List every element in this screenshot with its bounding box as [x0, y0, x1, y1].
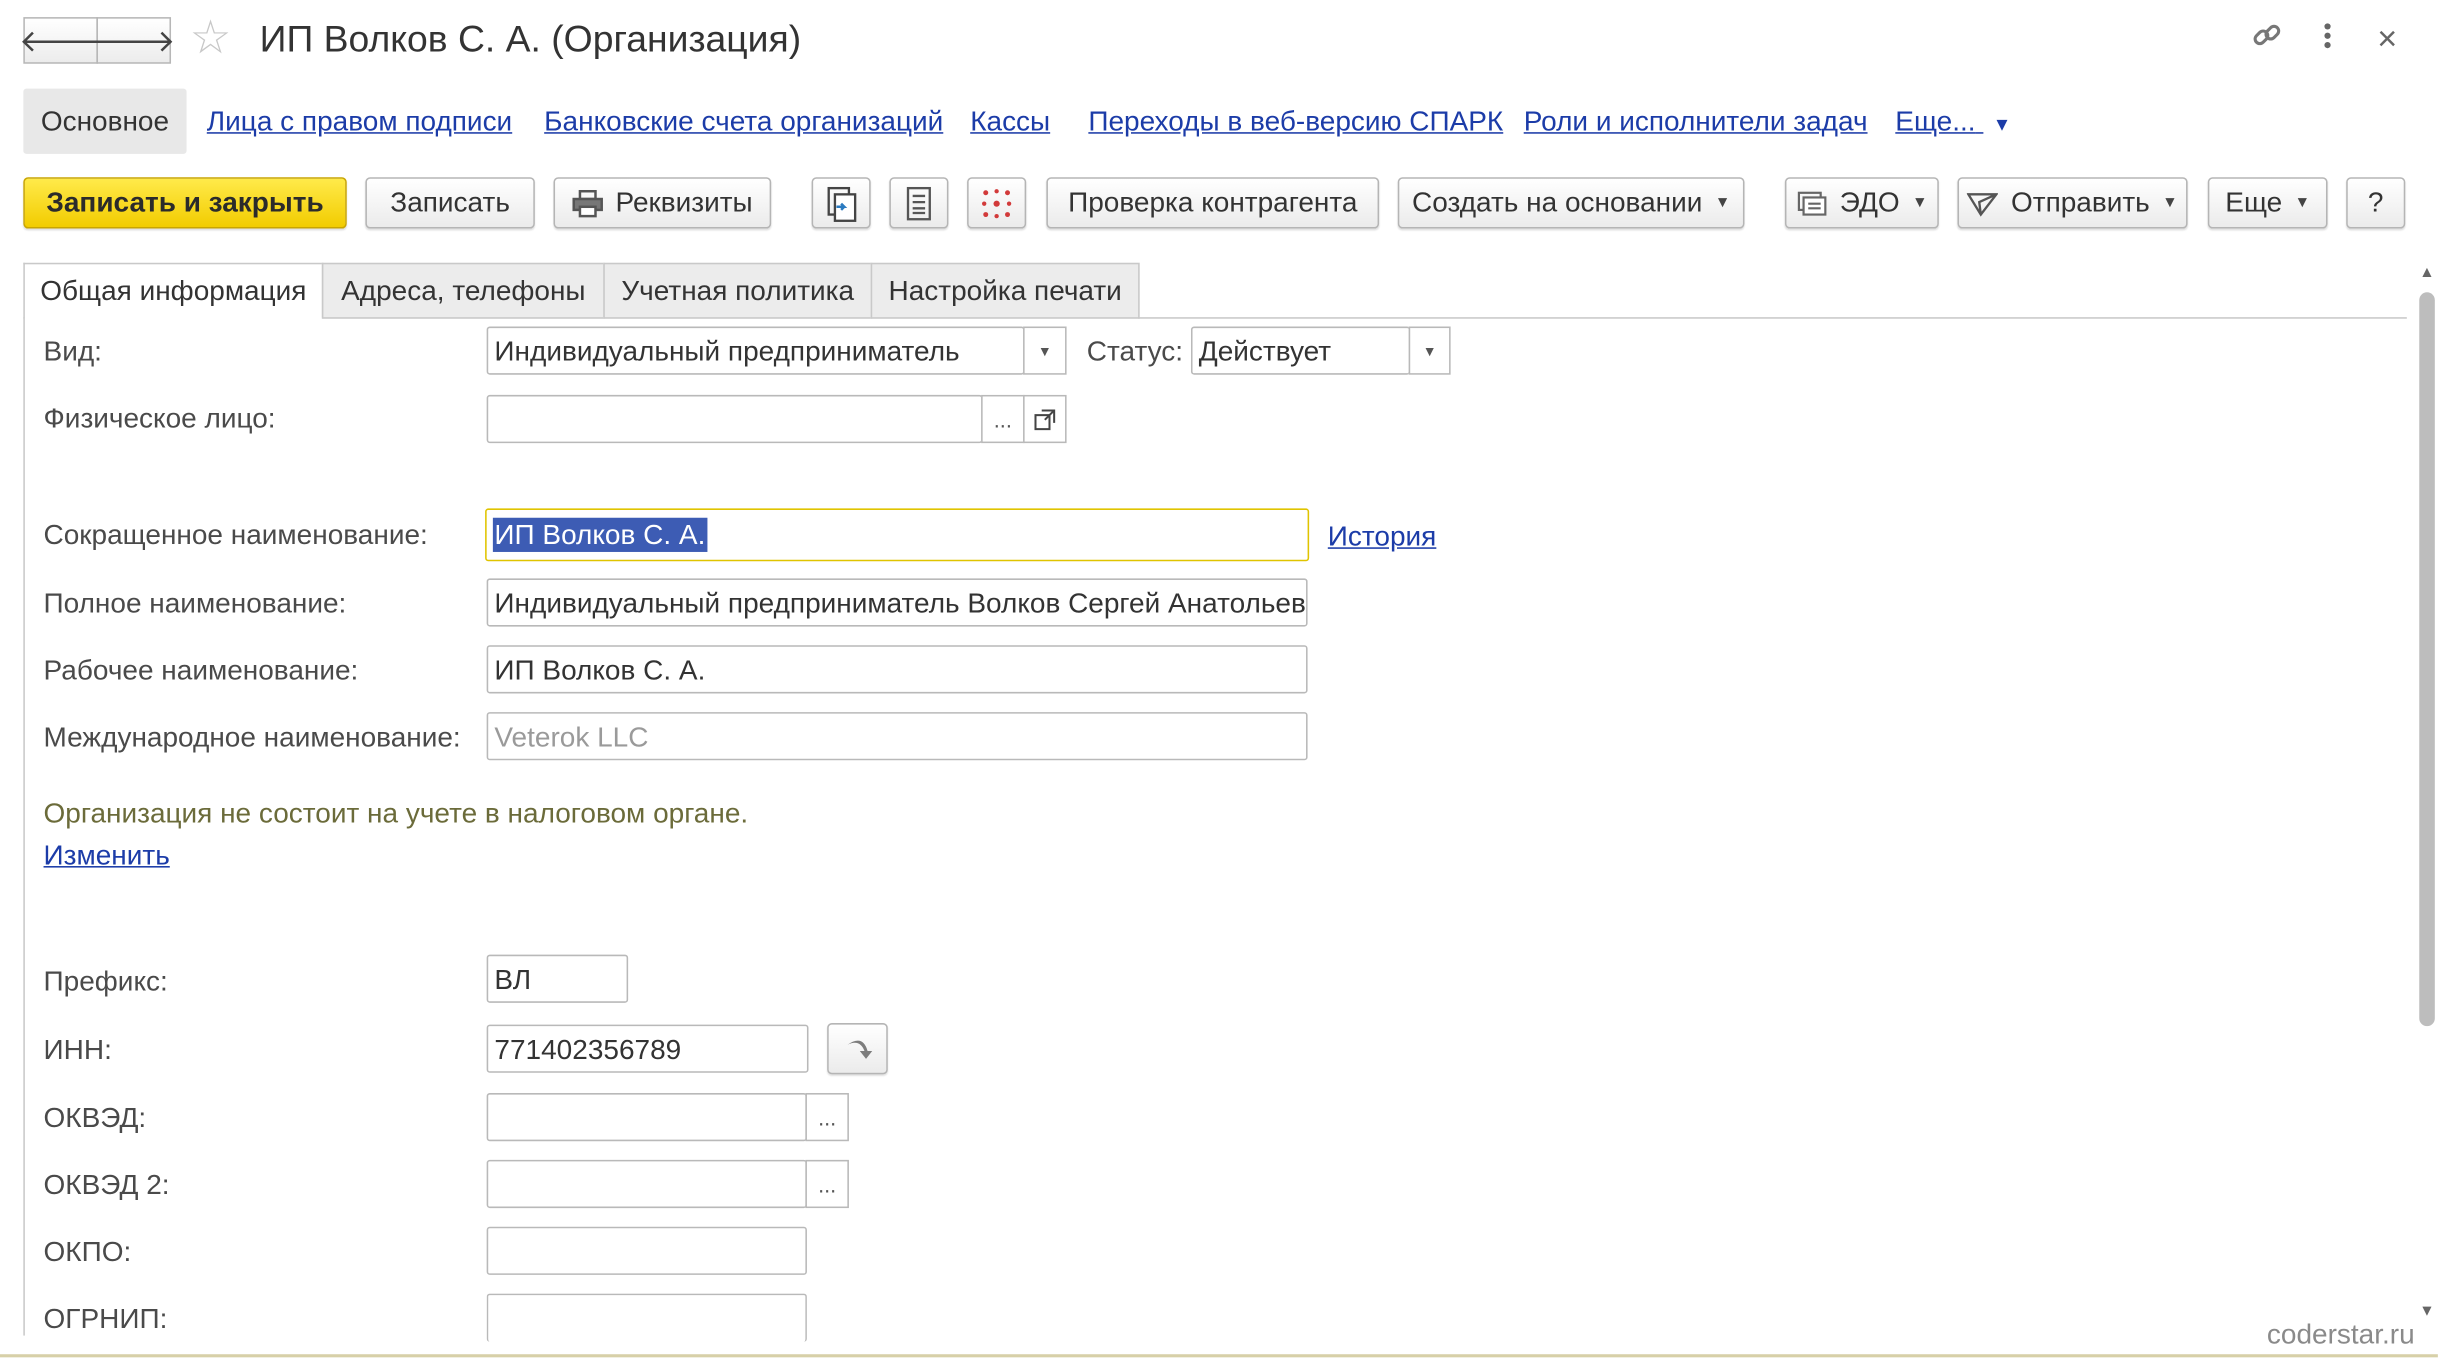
okpo-label: ОКПО:: [43, 1236, 132, 1268]
save-button[interactable]: Записать: [365, 177, 535, 229]
okved2-select-button[interactable]: ...: [805, 1159, 849, 1209]
requisites-button[interactable]: Реквизиты: [553, 177, 772, 229]
caret-down-icon: ▼: [1992, 113, 2012, 136]
section-bank-accounts-link[interactable]: Банковские счета организаций: [544, 104, 943, 138]
caret-down-icon: ▼: [2294, 194, 2311, 212]
forward-button[interactable]: 🡒: [92, 17, 175, 64]
arrow-left-icon: 🡐: [18, 24, 103, 59]
back-button[interactable]: 🡐: [19, 17, 102, 64]
history-link[interactable]: История: [1328, 519, 1437, 553]
prefix-label: Префикс:: [43, 965, 168, 997]
scroll-down-icon[interactable]: ▼: [2419, 1303, 2434, 1320]
more-label: Еще: [2225, 186, 2283, 218]
structure-icon[interactable]: [967, 177, 1027, 229]
more-button[interactable]: Еще ▼: [2207, 177, 2328, 229]
section-cash-link[interactable]: Кассы: [970, 104, 1050, 138]
vid-label: Вид:: [43, 335, 102, 367]
status-dropdown-button[interactable]: ▼: [1408, 326, 1451, 375]
send-button[interactable]: Отправить ▼: [1957, 177, 2188, 229]
okpo-field[interactable]: [486, 1226, 807, 1275]
work-name-label: Рабочее наименование:: [43, 654, 359, 686]
check-counterparty-button[interactable]: Проверка контрагента: [1046, 177, 1380, 229]
list-document-icon[interactable]: [889, 177, 949, 229]
status-field[interactable]: Действует: [1190, 326, 1411, 375]
section-signers-link[interactable]: Лица с правом подписи: [207, 104, 512, 138]
person-label: Физическое лицо:: [43, 402, 276, 434]
okved2-field[interactable]: [486, 1159, 807, 1209]
inn-field[interactable]: 771402356789: [486, 1024, 809, 1073]
section-main[interactable]: Основное: [23, 88, 187, 154]
caret-down-icon: ▼: [1714, 194, 1731, 212]
create-based-on-button[interactable]: Создать на основании ▼: [1397, 177, 1745, 229]
short-name-field[interactable]: ИП Волков С. А.: [485, 508, 1310, 562]
tab-print-settings[interactable]: Настройка печати: [870, 262, 1140, 319]
create-based-on-label: Создать на основании: [1412, 186, 1703, 218]
change-link[interactable]: Изменить: [44, 838, 170, 872]
section-roles-link[interactable]: Роли и исполнители задач: [1524, 104, 1868, 138]
tab-addresses[interactable]: Адреса, телефоны: [321, 262, 605, 319]
printer-icon: [572, 189, 603, 217]
page-title: ИП Волков С. А. (Организация): [259, 18, 802, 61]
caret-down-icon: ▼: [1037, 342, 1052, 359]
caret-down-icon: ▼: [1422, 342, 1437, 359]
tab-accounting-policy[interactable]: Учетная политика: [603, 262, 873, 319]
okved-label: ОКВЭД:: [43, 1102, 147, 1134]
short-name-value: ИП Волков С. А.: [492, 517, 707, 552]
more-vertical-icon[interactable]: [2318, 19, 2337, 63]
edo-label: ЭДО: [1839, 186, 1900, 218]
ogrnip-label: ОГРНИП:: [43, 1302, 168, 1335]
open-icon[interactable]: [1023, 394, 1067, 444]
watermark: coderstar.ru: [2266, 1318, 2415, 1350]
save-and-close-button[interactable]: Записать и закрыть: [23, 177, 347, 229]
tab-panel-left-border: [23, 317, 25, 1336]
window-bottom-border: [0, 1354, 2438, 1358]
caret-down-icon: ▼: [1912, 194, 1928, 212]
full-name-field[interactable]: Индивидуальный предприниматель Волков Се…: [486, 578, 1308, 627]
send-icon: [1967, 192, 1999, 216]
curved-arrow-icon: [846, 1039, 872, 1059]
fill-by-inn-button[interactable]: [827, 1023, 888, 1075]
form-window: 🡐 🡒 ☆ ИП Волков С. А. (Организация) × Ос…: [0, 0, 2438, 1359]
scrollbar-thumb[interactable]: [2419, 292, 2435, 1027]
tab-general[interactable]: Общая информация: [23, 262, 324, 319]
requisites-label: Реквизиты: [615, 186, 753, 218]
edo-icon: [1798, 190, 1827, 215]
document-transfer-icon[interactable]: [811, 177, 871, 229]
okved2-label: ОКВЭД 2:: [43, 1169, 170, 1201]
section-more-link[interactable]: Еще... ▼: [1895, 104, 2011, 141]
full-name-label: Полное наименование:: [43, 587, 347, 619]
tax-registration-info: Организация не состоит на учете в налого…: [43, 797, 749, 829]
okved-select-button[interactable]: ...: [805, 1093, 849, 1142]
scroll-up-icon[interactable]: ▲: [2419, 264, 2434, 281]
short-name-label: Сокращенное наименование:: [43, 519, 428, 551]
vid-dropdown-button[interactable]: ▼: [1023, 326, 1067, 375]
edo-button[interactable]: ЭДО ▼: [1784, 177, 1939, 229]
send-label: Отправить: [2010, 186, 2150, 218]
section-spark-link[interactable]: Переходы в веб-версию СПАРК: [1088, 104, 1503, 138]
arrow-right-icon: 🡒: [92, 24, 176, 59]
caret-down-icon: ▼: [2162, 194, 2178, 212]
person-select-button[interactable]: ...: [981, 394, 1025, 444]
link-icon[interactable]: [2250, 19, 2284, 63]
person-field[interactable]: [486, 394, 983, 444]
section-more-label: Еще...: [1895, 105, 1976, 137]
tab-panel-border: [1138, 317, 2407, 319]
vid-field[interactable]: Индивидуальный предприниматель: [486, 326, 1025, 375]
prefix-field[interactable]: ВЛ: [486, 954, 629, 1003]
inn-label: ИНН:: [43, 1033, 112, 1066]
intl-name-label: Международное наименование:: [43, 721, 461, 753]
close-icon[interactable]: ×: [2377, 19, 2397, 59]
intl-name-field[interactable]: Veterok LLC: [486, 712, 1308, 761]
star-icon[interactable]: ☆: [190, 15, 232, 63]
status-label: Статус:: [1086, 335, 1184, 367]
ogrnip-field[interactable]: [486, 1293, 807, 1342]
okved-field[interactable]: [486, 1093, 807, 1142]
work-name-field[interactable]: ИП Волков С. А.: [486, 645, 1308, 694]
help-button[interactable]: ?: [2346, 177, 2406, 229]
